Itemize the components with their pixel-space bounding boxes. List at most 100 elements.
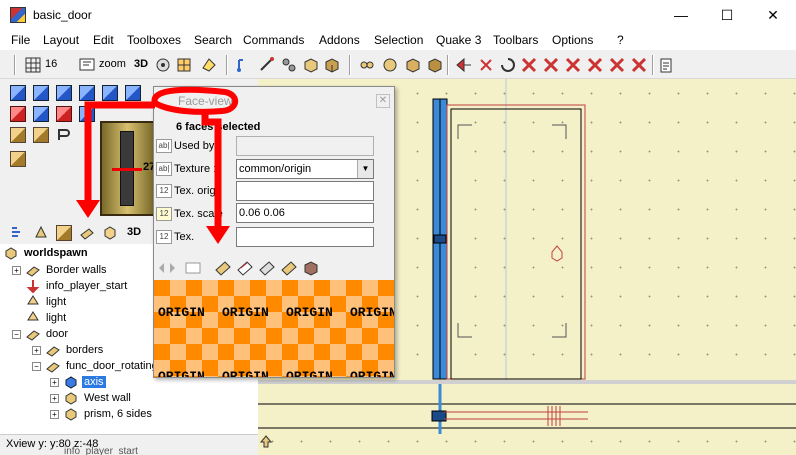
tex-angle-label: Tex. — [174, 231, 195, 243]
expand-toggle[interactable]: + — [50, 394, 59, 403]
map-2d-view-lower[interactable] — [258, 384, 796, 434]
number-field-icon: 12 — [156, 184, 172, 198]
menu-layout[interactable]: Layout — [43, 33, 79, 47]
toolbox-brush-icon[interactable] — [33, 127, 49, 143]
csg-merge-icon[interactable] — [608, 56, 626, 74]
face-view-close-button[interactable]: ✕ — [376, 94, 390, 108]
csg-hollow-icon[interactable] — [586, 56, 604, 74]
toolbox-cube-icon[interactable] — [10, 85, 26, 101]
collapse-toggle[interactable]: − — [32, 362, 41, 371]
prev-next-arrows-icon[interactable] — [158, 261, 178, 275]
expand-toggle[interactable]: + — [32, 346, 41, 355]
tex-origin-field[interactable] — [236, 181, 374, 201]
toolbox-cube-icon[interactable] — [56, 85, 72, 101]
tex-origin-label: Tex. origi — [174, 185, 219, 197]
tree-item-label: func_door_rotating — [66, 360, 158, 372]
toolbox-cube-icon[interactable] — [102, 85, 118, 101]
brush-icon[interactable] — [56, 225, 72, 241]
collapse-toggle[interactable]: − — [12, 330, 21, 339]
number-field-icon: 12 — [156, 207, 172, 221]
menu-quake3[interactable]: Quake 3 — [436, 33, 481, 47]
mirror-icon[interactable] — [477, 56, 495, 74]
toolbox-wedge-icon[interactable] — [10, 151, 26, 167]
menu-commands[interactable]: Commands — [243, 33, 304, 47]
toolbox-cube-icon[interactable] — [33, 106, 49, 122]
sphere-icon[interactable] — [381, 56, 399, 74]
menu-search[interactable]: Search — [194, 33, 232, 47]
scroll-up-arrow-icon[interactable] — [260, 434, 272, 448]
zoom-label[interactable]: zoom — [99, 58, 126, 70]
toolbox-brush-icon[interactable] — [10, 127, 26, 143]
texture-label: Texture : — [174, 163, 217, 175]
zoom-icon[interactable] — [78, 56, 96, 74]
menu-edit[interactable]: Edit — [93, 33, 114, 47]
texture-browser-icon[interactable] — [175, 56, 193, 74]
cut-icon[interactable] — [520, 56, 538, 74]
number-field-icon: 12 — [156, 230, 172, 244]
texture-list-icon[interactable] — [184, 260, 202, 276]
expand-toggle[interactable]: + — [50, 410, 59, 419]
menu-help[interactable]: ? — [617, 33, 624, 47]
face-stretch-icon[interactable] — [280, 259, 298, 277]
toolbox-cube-icon[interactable] — [79, 85, 95, 101]
brush-cube-icon[interactable] — [302, 56, 320, 74]
menu-bar: File Layout Edit Toolboxes Search Comman… — [0, 30, 796, 50]
view-3d-button[interactable]: 3D — [134, 58, 148, 70]
faces-selected-heading: 6 faces selected — [176, 121, 261, 133]
grid-icon[interactable] — [24, 56, 42, 74]
edge-move-icon[interactable] — [258, 56, 276, 74]
menu-addons[interactable]: Addons — [319, 33, 360, 47]
tree-item-label: info_player_start — [46, 280, 128, 292]
tree-item-partial: info_player_start — [64, 446, 138, 455]
maximize-button[interactable]: ☐ — [704, 0, 750, 30]
expand-toggle[interactable]: + — [50, 378, 59, 387]
entity-cube-icon[interactable] — [323, 56, 341, 74]
toolbox-cube-icon[interactable] — [125, 85, 141, 101]
face-align-icon[interactable] — [214, 259, 232, 277]
toolbox-light-icon[interactable] — [10, 106, 26, 122]
texture-cube-icon[interactable] — [302, 259, 320, 277]
delete-brush-icon[interactable] — [630, 56, 648, 74]
toolbox-light-icon[interactable] — [56, 106, 72, 122]
menu-toolbars[interactable]: Toolbars — [493, 33, 538, 47]
face-tile-icon[interactable] — [258, 259, 276, 277]
csg-intersect-icon[interactable] — [564, 56, 582, 74]
group-icon[interactable] — [358, 56, 376, 74]
csg-subtract-icon[interactable] — [542, 56, 560, 74]
toolbox-path-icon[interactable] — [56, 127, 72, 143]
view-3d-tool[interactable]: 3D — [127, 226, 141, 238]
minimize-button[interactable]: — — [658, 0, 704, 30]
menu-file[interactable]: File — [11, 33, 30, 47]
expand-toggle[interactable]: + — [12, 266, 21, 275]
tree-item-label: prism, 6 sides — [84, 408, 152, 420]
toolbox-cube-icon[interactable] — [79, 106, 95, 122]
face-adjust-icon[interactable] — [236, 259, 254, 277]
chevron-down-icon[interactable]: ▼ — [357, 160, 373, 178]
eye-icon[interactable] — [154, 56, 172, 74]
tex-scale-field[interactable]: 0.06 0.06 — [236, 203, 374, 223]
menu-options[interactable]: Options — [552, 33, 593, 47]
menu-toolboxes[interactable]: Toolboxes — [127, 33, 181, 47]
close-button[interactable]: ✕ — [750, 0, 796, 30]
face-icon[interactable] — [79, 225, 95, 241]
rotate-icon[interactable] — [499, 56, 517, 74]
face-tool-icon[interactable] — [280, 56, 298, 74]
spotlight-icon[interactable] — [33, 225, 49, 241]
prism-icon[interactable] — [426, 56, 444, 74]
clipboard-icon[interactable] — [657, 56, 675, 74]
grid-size-value[interactable]: 16 — [45, 58, 57, 70]
tex-angle-field[interactable] — [236, 227, 374, 247]
toolbar-separator — [14, 55, 16, 75]
texture-select[interactable]: common/origin ▼ — [236, 159, 374, 179]
vertex-move-icon[interactable] — [236, 56, 254, 74]
menu-selection[interactable]: Selection — [374, 33, 423, 47]
paint-icon[interactable] — [200, 56, 218, 74]
polygon-icon[interactable] — [102, 225, 118, 241]
face-view-title: Face-view — [178, 94, 233, 108]
flip-icon[interactable] — [455, 56, 473, 74]
entity-folder-icon — [46, 362, 60, 373]
toolbox-cube-icon[interactable] — [33, 85, 49, 101]
cylinder-icon[interactable] — [404, 56, 422, 74]
tree-view-icon[interactable] — [10, 225, 26, 241]
used-by-field[interactable] — [236, 136, 374, 156]
